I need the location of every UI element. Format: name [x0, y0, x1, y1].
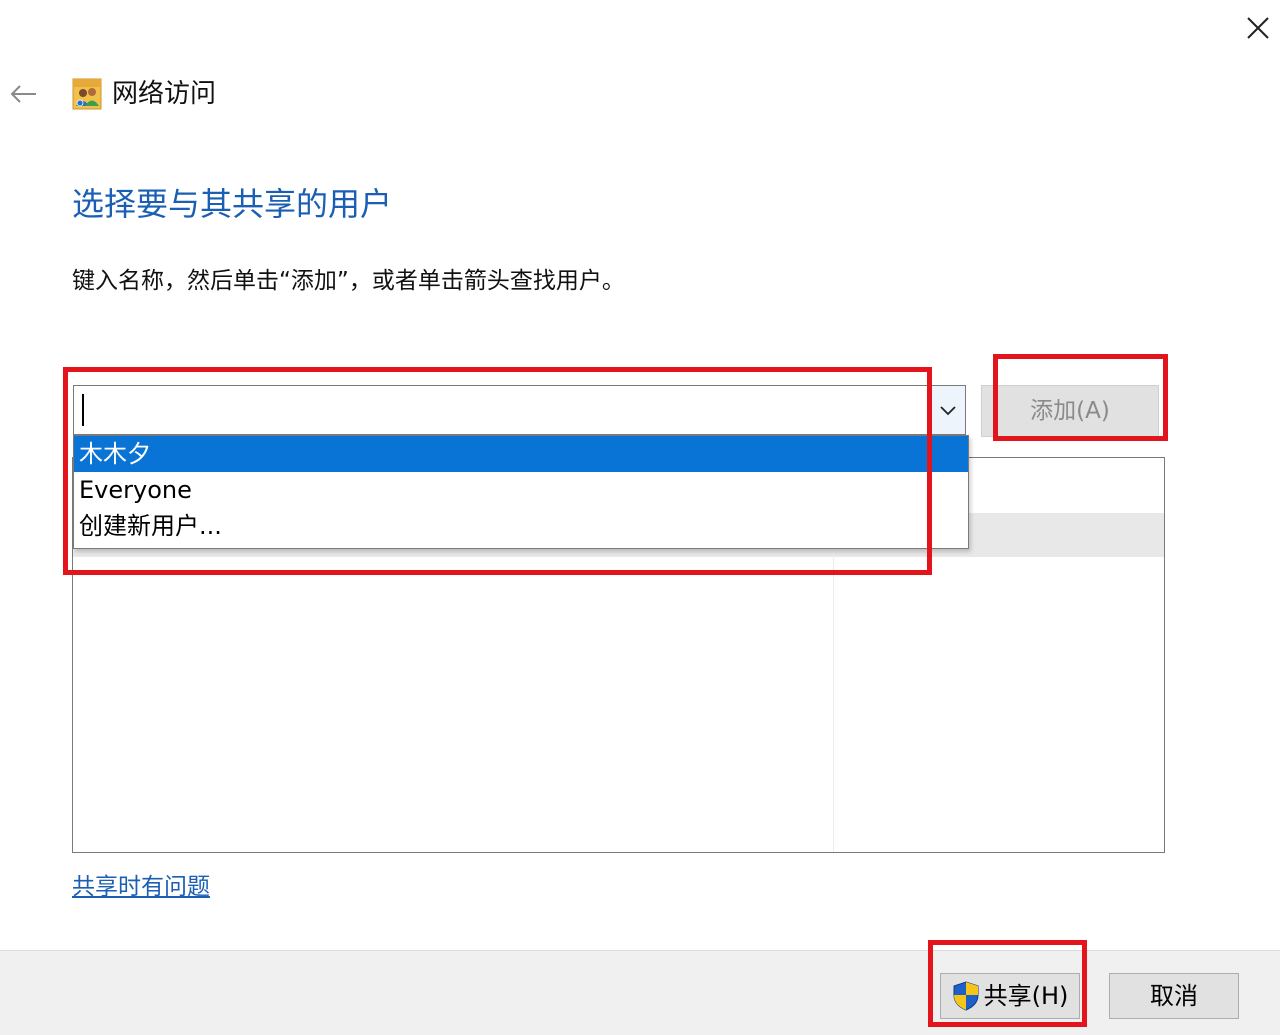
dropdown-item-mumuxi[interactable]: 木木夕 [74, 436, 968, 472]
add-button[interactable]: 添加(A) [981, 385, 1159, 437]
dropdown-arrow-button[interactable] [930, 386, 965, 434]
chevron-down-icon [940, 406, 956, 416]
uac-shield-icon [953, 981, 979, 1011]
user-dropdown-list: 木木夕 Everyone 创建新用户... [73, 435, 969, 549]
sharing-help-link[interactable]: 共享时有问题 [72, 872, 210, 902]
text-caret [82, 394, 84, 426]
dialog-footer [0, 950, 1280, 1035]
dropdown-item-create-user[interactable]: 创建新用户... [74, 508, 968, 544]
share-button[interactable]: 共享(H) [940, 973, 1080, 1019]
share-button-label: 共享(H) [983, 982, 1069, 1010]
close-icon[interactable] [1240, 10, 1276, 46]
user-name-input[interactable] [76, 388, 943, 432]
user-name-combobox[interactable] [73, 385, 966, 435]
instruction-text: 键入名称，然后单击“添加”，或者单击箭头查找用户。 [72, 268, 625, 294]
window-title: 网络访问 [112, 79, 217, 109]
network-users-icon [72, 78, 102, 110]
back-arrow-icon[interactable] [6, 78, 40, 110]
dropdown-item-everyone[interactable]: Everyone [74, 472, 968, 508]
cancel-button[interactable]: 取消 [1109, 973, 1239, 1019]
page-heading: 选择要与其共享的用户 [72, 185, 393, 223]
